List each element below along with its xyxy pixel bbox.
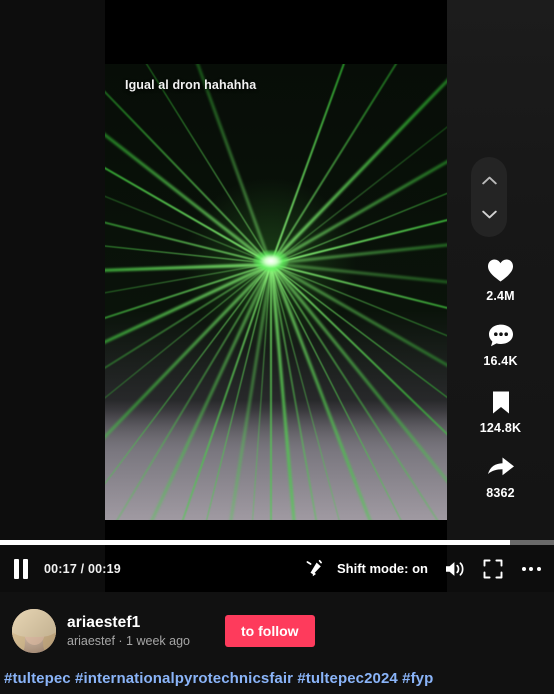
comment-icon: [486, 320, 516, 350]
action-rail: 2.4M 16.4K 124.8K 8362: [447, 0, 554, 540]
author-display-name[interactable]: ariaestef1: [67, 614, 190, 632]
time-display: 00:17 / 00:19: [44, 561, 121, 576]
like-button[interactable]: 2.4M: [447, 255, 554, 303]
share-button[interactable]: 8362: [447, 452, 554, 500]
ellipsis-dot-1: [521, 566, 526, 571]
comment-button[interactable]: 16.4K: [447, 320, 554, 368]
video-overlay-caption: Igual al dron hahahha: [125, 78, 257, 92]
pause-bar-right: [23, 558, 28, 579]
chevron-up-icon[interactable]: [481, 176, 497, 185]
controls-right-group: Shift mode: on: [303, 558, 554, 580]
caption-hashtags[interactable]: #tultepec #internationalpyrotechnicsfair…: [0, 670, 554, 687]
player-controls: 00:17 / 00:19 Shift mode: on: [0, 545, 554, 592]
pause-button[interactable]: [10, 558, 32, 580]
avatar-shading: [12, 609, 56, 653]
bookmark-count: 124.8K: [479, 421, 522, 435]
letterbox-top: [105, 0, 447, 64]
heart-icon: [486, 255, 516, 285]
like-count: 2.4M: [486, 289, 515, 303]
ellipsis-icon[interactable]: [520, 558, 542, 580]
laser-hotspot: [253, 250, 289, 272]
share-icon: [486, 452, 516, 482]
bookmark-icon: [486, 387, 516, 417]
pause-bar-left: [14, 558, 19, 579]
comment-count: 16.4K: [483, 354, 518, 368]
video-nav-pill[interactable]: [471, 157, 507, 237]
stage-left-gutter: [0, 0, 105, 540]
author-row: ariaestef1 ariaestef · 1 week ago to fol…: [0, 600, 554, 662]
avatar[interactable]: [12, 609, 56, 653]
author-meta: ariaestef1 ariaestef · 1 week ago: [67, 614, 190, 648]
video-stage[interactable]: Igual al dron hahahha 2.4M 16.4K 124.8K …: [0, 0, 554, 540]
ellipsis-dots: [521, 566, 541, 571]
video-player[interactable]: Igual al dron hahahha: [105, 0, 447, 540]
fullscreen-icon[interactable]: [482, 558, 504, 580]
letterbox-bottom: [105, 520, 447, 540]
shift-mode-toggle[interactable]: Shift mode: on: [303, 558, 428, 580]
share-count: 8362: [486, 486, 515, 500]
author-handle-timestamp: ariaestef · 1 week ago: [67, 634, 190, 648]
controls-left-group: 00:17 / 00:19: [0, 558, 121, 580]
shift-mode-label: Shift mode: on: [337, 561, 428, 576]
video-frame: [105, 64, 447, 520]
video-player-page: Igual al dron hahahha 2.4M 16.4K 124.8K …: [0, 0, 554, 694]
volume-on-icon[interactable]: [444, 558, 466, 580]
chevron-down-icon[interactable]: [481, 210, 497, 219]
follow-button[interactable]: to follow: [225, 615, 315, 647]
bookmark-button[interactable]: 124.8K: [447, 387, 554, 435]
ellipsis-dot-3: [536, 566, 541, 571]
laser-beam: [270, 262, 272, 520]
shift-mode-icon[interactable]: [303, 558, 325, 580]
ellipsis-dot-2: [529, 566, 533, 571]
